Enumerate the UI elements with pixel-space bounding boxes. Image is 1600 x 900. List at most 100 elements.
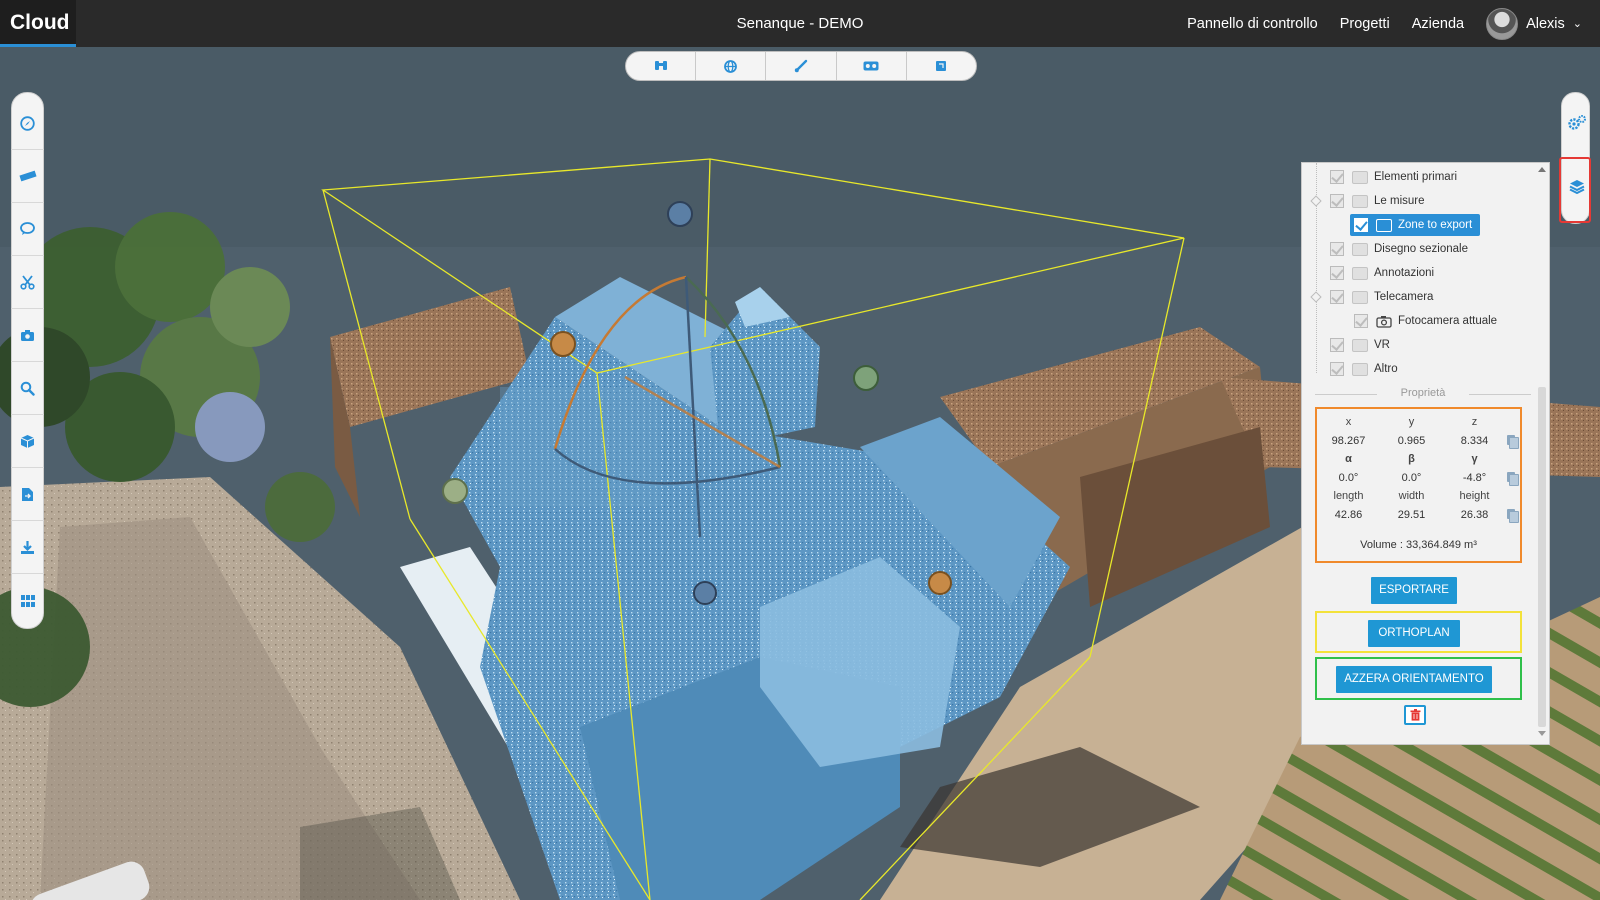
cube-icon [20, 434, 35, 448]
tree-item-label[interactable]: Le misure [1374, 195, 1425, 207]
tool-binoculars[interactable] [626, 52, 697, 80]
orthoplan-button[interactable]: ORTHOPLAN [1368, 620, 1460, 647]
tree-item-camera[interactable]: Telecamera [1302, 285, 1549, 309]
reset-orientation-button[interactable]: AZZERA ORIENTAMENTO [1336, 666, 1492, 693]
collapse-arrow-icon[interactable] [1310, 291, 1322, 303]
tool-brush[interactable] [766, 52, 837, 80]
label-y: y [1408, 416, 1415, 429]
tree-item-label[interactable]: Telecamera [1374, 291, 1433, 303]
tool-annotation[interactable] [11, 203, 44, 256]
tree-item-primary-elements[interactable]: Elementi primari [1302, 165, 1549, 189]
tree-item-zone-to-export[interactable]: Zone to export [1302, 213, 1549, 237]
copy-size-icon[interactable] [1506, 508, 1519, 523]
folder-icon [1352, 242, 1368, 256]
position-labels-row: x y z [1317, 413, 1520, 432]
nav-dashboard[interactable]: Pannello di controllo [1187, 16, 1318, 32]
layer-checkbox[interactable] [1354, 314, 1368, 328]
selected-item-highlight[interactable]: Zone to export [1350, 214, 1481, 236]
left-toolbar [11, 92, 44, 629]
properties-title: Proprietà [1310, 387, 1536, 399]
ruler-icon [18, 170, 37, 182]
tree-item-label[interactable]: Annotazioni [1374, 267, 1434, 279]
copy-position-icon[interactable] [1506, 434, 1519, 449]
copy-rotation-icon[interactable] [1506, 471, 1519, 486]
folder-icon [1352, 266, 1368, 280]
layer-checkbox[interactable] [1354, 218, 1368, 232]
tree-item-other[interactable]: Altro [1302, 357, 1549, 381]
scroll-thumb[interactable] [1538, 387, 1546, 727]
collapse-arrow-icon[interactable] [1310, 195, 1322, 207]
layers-panel: Elementi primari Le misure Zone to expor… [1301, 162, 1550, 745]
tool-section[interactable] [11, 256, 44, 309]
label-x: x [1345, 416, 1352, 429]
tool-camera[interactable] [11, 309, 44, 362]
grid-icon [20, 594, 35, 607]
delete-button[interactable] [1404, 705, 1426, 725]
tool-cube[interactable] [907, 52, 976, 80]
folder-icon [1352, 338, 1368, 352]
layer-checkbox[interactable] [1330, 338, 1344, 352]
volume-readout: Volume : 33,364.849 m³ [1360, 539, 1477, 551]
vr-glasses-icon [863, 61, 879, 71]
tree-item-label[interactable]: VR [1374, 339, 1390, 351]
label-alpha: α [1345, 453, 1352, 466]
layer-checkbox[interactable] [1330, 194, 1344, 208]
value-alpha: 0.0° [1338, 471, 1359, 484]
user-menu[interactable]: Alexis ⌄ [1486, 7, 1582, 40]
label-beta: β [1408, 453, 1415, 466]
top-bar: Cloud Senanque - DEMO Pannello di contro… [0, 0, 1600, 47]
folder-icon [1352, 362, 1368, 376]
value-height: 26.38 [1460, 508, 1489, 521]
tool-globe[interactable] [696, 52, 767, 80]
properties-grid: x y z 98.267 0.965 8.334 α β γ 0.0° 0.0°… [1317, 413, 1520, 524]
tree-item-measures[interactable]: Le misure [1302, 189, 1549, 213]
search-icon [20, 381, 35, 396]
scroll-up-icon[interactable] [1538, 167, 1546, 172]
binoculars-icon [654, 61, 667, 70]
tool-navigation[interactable] [11, 97, 44, 150]
scroll-down-icon[interactable] [1538, 731, 1546, 736]
size-labels-row: length width height [1317, 487, 1520, 506]
size-values-row: 42.86 29.51 26.38 [1317, 506, 1520, 525]
layer-tree: Elementi primari Le misure Zone to expor… [1302, 163, 1549, 381]
compass-icon [20, 115, 35, 131]
value-beta: 0.0° [1401, 471, 1422, 484]
tool-export-file[interactable] [11, 468, 44, 521]
properties-box: x y z 98.267 0.965 8.334 α β γ 0.0° 0.0°… [1315, 407, 1522, 563]
layer-checkbox[interactable] [1330, 242, 1344, 256]
tool-grid[interactable] [11, 574, 44, 627]
tree-item-current-camera[interactable]: Fotocamera attuale [1302, 309, 1549, 333]
tree-item-label[interactable]: Disegno sezionale [1374, 243, 1468, 255]
label-length: length [1333, 490, 1364, 503]
tool-download[interactable] [11, 521, 44, 574]
folder-icon [1352, 194, 1368, 208]
tree-item-label[interactable]: Altro [1374, 363, 1398, 375]
tool-vr[interactable] [837, 52, 907, 80]
layer-checkbox[interactable] [1330, 170, 1344, 184]
tree-item-vr[interactable]: VR [1302, 333, 1549, 357]
layer-checkbox[interactable] [1330, 266, 1344, 280]
layer-checkbox[interactable] [1330, 290, 1344, 304]
tree-item-label[interactable]: Zone to export [1398, 219, 1472, 231]
tree-item-label[interactable]: Fotocamera attuale [1398, 315, 1497, 327]
user-name: Alexis [1526, 15, 1565, 32]
brand-logo[interactable]: Cloud [0, 0, 76, 47]
cogs-icon [1567, 114, 1586, 130]
tree-item-annotations[interactable]: Annotazioni [1302, 261, 1549, 285]
globe-icon [724, 59, 738, 73]
tree-item-label[interactable]: Elementi primari [1374, 171, 1457, 183]
export-button[interactable]: ESPORTARE [1371, 577, 1457, 604]
chevron-down-icon: ⌄ [1572, 18, 1582, 30]
settings-button[interactable] [1562, 97, 1591, 147]
nav-projects[interactable]: Progetti [1340, 16, 1390, 32]
tool-measure[interactable] [11, 150, 44, 203]
nav-company[interactable]: Azienda [1412, 16, 1464, 32]
layer-checkbox[interactable] [1330, 362, 1344, 376]
camera-icon [1376, 315, 1392, 328]
panel-scrollbar[interactable] [1537, 165, 1547, 742]
layers-button[interactable] [1562, 161, 1591, 211]
tool-search[interactable] [11, 362, 44, 415]
rotation-values-row: 0.0° 0.0° -4.8° [1317, 469, 1520, 488]
tree-item-section-drawing[interactable]: Disegno sezionale [1302, 237, 1549, 261]
tool-volume[interactable] [11, 415, 44, 468]
